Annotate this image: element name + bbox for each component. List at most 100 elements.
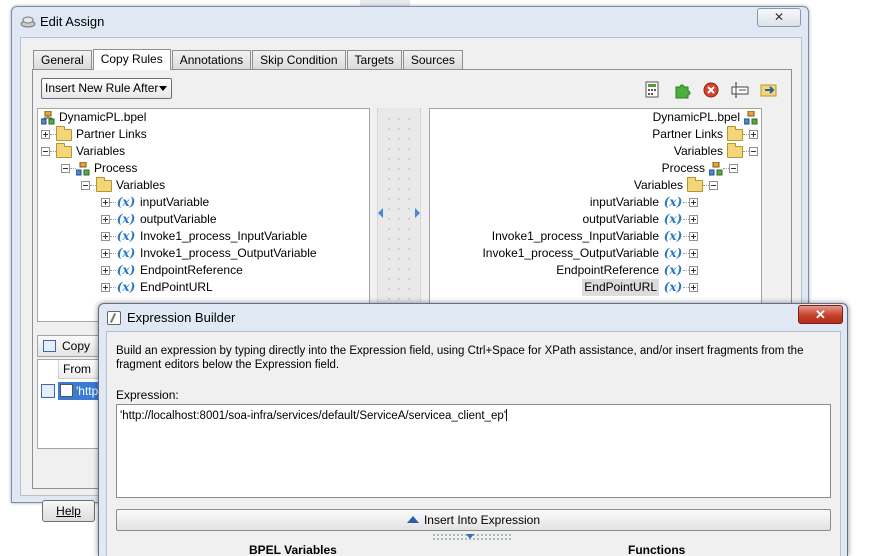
- expand-icon[interactable]: [689, 232, 698, 241]
- collapse-right-icon[interactable]: [415, 208, 420, 218]
- calculator-icon[interactable]: [643, 81, 663, 99]
- variable-icon: (x): [663, 280, 683, 294]
- target-process-variables-label: Variables: [633, 178, 683, 192]
- variable-icon: (x): [116, 280, 136, 294]
- expand-icon[interactable]: [101, 249, 110, 258]
- expand-icon[interactable]: [749, 130, 758, 139]
- target-variable-item[interactable]: Invoke1_process_OutputVariable (x): [482, 245, 698, 262]
- source-partner-links[interactable]: Partner Links: [41, 125, 147, 143]
- pane-splitter[interactable]: [432, 533, 512, 541]
- edit-assign-close-button[interactable]: ✕: [757, 8, 801, 27]
- target-variables[interactable]: Variables: [674, 142, 758, 160]
- variable-icon: (x): [116, 212, 136, 226]
- expression-builder-window: Expression Builder ✕ Build an expression…: [98, 303, 848, 556]
- expand-icon[interactable]: [101, 232, 110, 241]
- copy-tab[interactable]: Copy: [37, 335, 103, 357]
- id-icon[interactable]: [730, 81, 750, 99]
- collapse-icon[interactable]: [81, 181, 90, 190]
- target-variable-label: Invoke1_process_OutputVariable: [482, 246, 659, 260]
- variable-icon: (x): [116, 195, 136, 209]
- source-process[interactable]: Process: [61, 160, 137, 177]
- collapse-icon[interactable]: [41, 147, 50, 156]
- source-variable-item[interactable]: (x) Invoke1_process_OutputVariable: [101, 245, 317, 262]
- copy-rules-toolbar: [643, 81, 779, 99]
- expand-icon[interactable]: [689, 249, 698, 258]
- target-tree-root[interactable]: DynamicPL.bpel: [653, 109, 758, 126]
- copy-rule-icon: [41, 384, 55, 398]
- source-variable-item[interactable]: (x) EndpointReference: [101, 262, 243, 279]
- expand-icon[interactable]: [689, 198, 698, 207]
- target-variable-item[interactable]: EndpointReference (x): [556, 262, 698, 279]
- source-variable-label: outputVariable: [140, 212, 217, 226]
- tab-sources[interactable]: Sources: [402, 50, 463, 70]
- mapping-canvas[interactable]: [377, 108, 421, 322]
- tab-general[interactable]: General: [33, 50, 92, 70]
- expand-icon[interactable]: [101, 215, 110, 224]
- source-variables[interactable]: Variables: [41, 142, 125, 160]
- collapse-left-icon[interactable]: [378, 208, 383, 218]
- source-variable-label: Invoke1_process_OutputVariable: [140, 246, 317, 260]
- insert-rule-select[interactable]: Insert New Rule After: [41, 78, 172, 99]
- target-process-variables[interactable]: Variables: [633, 176, 718, 194]
- target-root-label: DynamicPL.bpel: [652, 110, 740, 124]
- collapse-icon[interactable]: [709, 181, 718, 190]
- transfer-icon[interactable]: [759, 81, 779, 99]
- chevron-down-icon: [466, 534, 474, 539]
- expand-icon[interactable]: [689, 266, 698, 275]
- target-process-label: Process: [661, 161, 705, 175]
- expand-icon[interactable]: [689, 283, 698, 292]
- close-icon: ✕: [815, 307, 826, 322]
- tab-targets[interactable]: Targets: [346, 50, 402, 70]
- delete-icon[interactable]: [701, 81, 721, 99]
- copy-rule-from-value: 'http: [76, 384, 99, 398]
- insert-into-expression-button[interactable]: Insert Into Expression: [116, 509, 831, 531]
- expand-icon[interactable]: [101, 283, 110, 292]
- target-partner-links[interactable]: Partner Links: [652, 125, 758, 143]
- expand-icon[interactable]: [101, 198, 110, 207]
- target-variable-label: EndPointURL: [582, 279, 659, 296]
- process-icon: [709, 161, 723, 175]
- source-process-variables[interactable]: Variables: [81, 176, 165, 194]
- help-button[interactable]: Help: [42, 500, 95, 522]
- collapse-icon[interactable]: [729, 164, 738, 173]
- variable-icon: (x): [116, 263, 136, 277]
- tab-copy-rules[interactable]: Copy Rules: [92, 49, 171, 70]
- source-variable-item[interactable]: (x) EndPointURL: [101, 279, 213, 296]
- target-variable-item[interactable]: Invoke1_process_InputVariable (x): [492, 228, 698, 245]
- folder-icon: [96, 176, 112, 192]
- expression-builder-close-button[interactable]: ✕: [798, 305, 843, 324]
- target-process[interactable]: Process: [662, 160, 738, 177]
- expression-value: 'http://localhost:8001/soa-infra/service…: [120, 410, 507, 422]
- collapse-icon[interactable]: [61, 164, 70, 173]
- background-area: [810, 0, 871, 300]
- source-variable-item[interactable]: (x) outputVariable: [101, 211, 217, 228]
- folder-icon: [687, 176, 703, 192]
- source-tree-root[interactable]: DynamicPL.bpel: [41, 109, 146, 126]
- target-variable-item[interactable]: outputVariable (x): [582, 211, 698, 228]
- target-variable-item[interactable]: EndPointURL (x): [582, 279, 698, 296]
- target-variable-item[interactable]: inputVariable (x): [590, 194, 698, 211]
- tab-annotations[interactable]: Annotations: [171, 50, 252, 70]
- expand-icon[interactable]: [101, 266, 110, 275]
- functions-pane-title: Functions: [628, 543, 686, 556]
- text-caret: [506, 409, 508, 421]
- target-tree: DynamicPL.bpel Partner Links Variables P…: [429, 108, 762, 322]
- expression-input[interactable]: 'http://localhost:8001/soa-infra/service…: [116, 404, 831, 498]
- copy-tab-label: Copy: [62, 339, 91, 353]
- variable-icon: (x): [663, 263, 683, 277]
- expand-icon[interactable]: [41, 130, 50, 139]
- variable-icon: (x): [116, 229, 136, 243]
- folder-icon: [56, 142, 72, 158]
- source-variable-item[interactable]: (x) Invoke1_process_InputVariable: [101, 228, 307, 245]
- insert-rule-select-value: Insert New Rule After: [45, 81, 159, 95]
- edit-assign-icon: [20, 16, 36, 28]
- folder-icon: [727, 125, 743, 141]
- expand-icon[interactable]: [689, 215, 698, 224]
- tab-skip-condition[interactable]: Skip Condition: [252, 50, 346, 70]
- edit-assign-titlebar: Edit Assign ✕: [12, 7, 808, 35]
- target-variable-label: outputVariable: [582, 212, 660, 226]
- source-variable-item[interactable]: (x) inputVariable: [101, 194, 209, 211]
- collapse-icon[interactable]: [749, 147, 758, 156]
- puzzle-icon[interactable]: [672, 81, 692, 99]
- expression-builder-client: Build an expression by typing directly i…: [106, 331, 841, 556]
